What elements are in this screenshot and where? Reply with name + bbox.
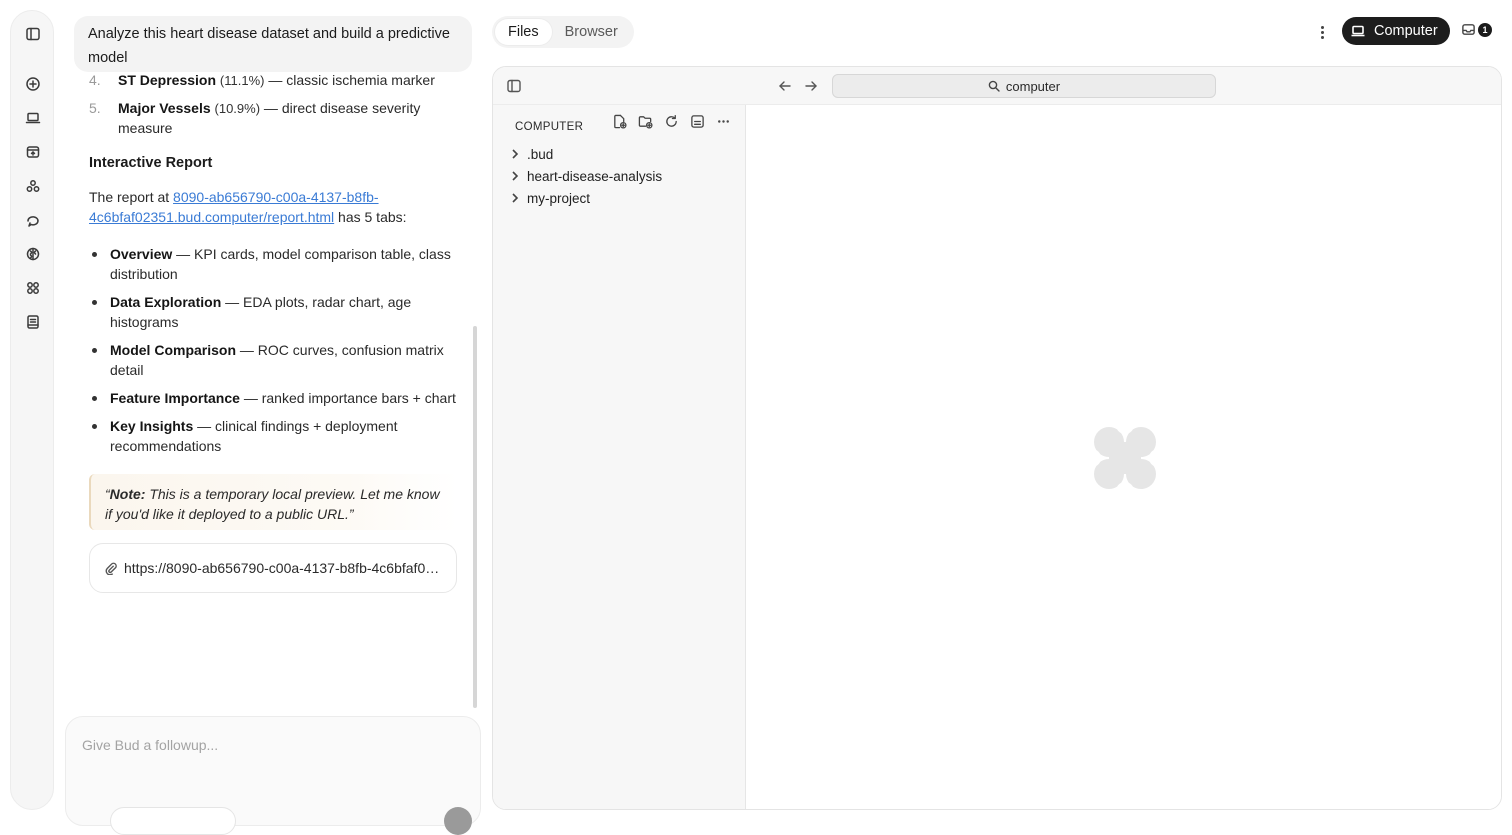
search-icon xyxy=(988,80,1000,92)
report-prefix: The report at xyxy=(89,189,174,205)
file-tree: .bud heart-disease-analysis my-project xyxy=(509,143,662,209)
feature-list-item: 5. Major Vessels (10.9%) — direct disease… xyxy=(89,98,420,119)
send-button[interactable] xyxy=(444,807,472,835)
chevron-right-icon xyxy=(512,149,519,159)
user-message-bubble: Analyze this heart disease dataset and b… xyxy=(74,16,472,72)
inbox-icon xyxy=(1462,24,1475,35)
feature-name: Major Vessels xyxy=(118,100,211,116)
inbox-button[interactable]: 1 xyxy=(1461,22,1492,37)
computer-button[interactable]: Computer xyxy=(1342,17,1450,45)
report-paragraph: The report at 8090-ab656790-c00a-4137-b8… xyxy=(89,187,459,227)
feature-desc: — classic ischemia marker xyxy=(264,72,435,88)
computer-panel: computer COMPUTER .bud heart-disease-ana… xyxy=(492,66,1502,810)
tree-item-label: my-project xyxy=(527,190,591,206)
tab-browser[interactable]: Browser xyxy=(552,19,631,45)
list-number: 4. xyxy=(89,72,101,88)
paperclip-icon xyxy=(105,562,117,575)
notebook-icon[interactable] xyxy=(24,313,42,331)
tab-files[interactable]: Files xyxy=(495,19,552,45)
tab-name: Key Insights xyxy=(110,418,194,434)
tab-name: Overview xyxy=(110,246,173,262)
chat-scrollbar[interactable] xyxy=(473,326,477,708)
new-folder-icon[interactable] xyxy=(637,113,654,130)
file-explorer-heading: COMPUTER xyxy=(515,121,584,133)
panel-sidebar-toggle-icon[interactable] xyxy=(507,79,521,93)
address-text: computer xyxy=(1005,78,1061,94)
note-text: This is a temporary local preview. Let m… xyxy=(105,486,440,522)
report-link-part1: 8090-ab656790-c00a-4137-b8fb- xyxy=(173,189,379,205)
tab-name: Data Exploration xyxy=(110,294,222,310)
tree-item-heart-disease-analysis[interactable]: heart-disease-analysis xyxy=(509,165,662,187)
computer-button-label: Computer xyxy=(1374,23,1438,39)
chevron-right-icon xyxy=(512,193,519,203)
file-explorer-toolbar xyxy=(611,113,732,130)
shapes-icon[interactable] xyxy=(24,177,42,195)
tree-item-bud[interactable]: .bud xyxy=(509,143,662,165)
list-item: Data Exploration — EDA plots, radar char… xyxy=(89,292,469,332)
tree-item-my-project[interactable]: my-project xyxy=(509,187,662,209)
list-item: Overview — KPI cards, model comparison t… xyxy=(89,244,469,284)
feature-percent: (10.9%) xyxy=(214,101,261,116)
tree-item-label: heart-disease-analysis xyxy=(527,168,663,184)
note-callout: “Note: This is a temporary local preview… xyxy=(89,474,457,530)
collapse-all-icon[interactable] xyxy=(689,113,706,130)
tab-name: Model Comparison xyxy=(110,342,237,358)
tab-name: Feature Importance xyxy=(110,390,240,406)
new-chat-icon[interactable] xyxy=(24,75,42,93)
feature-list-item: 4. ST Depression (11.1%) — classic ischem… xyxy=(89,70,435,91)
file-viewer xyxy=(747,105,1501,809)
report-tabs-list: Overview — KPI cards, model comparison t… xyxy=(89,244,469,464)
brain-icon[interactable] xyxy=(24,245,42,263)
composer-option-pill[interactable] xyxy=(110,807,236,835)
laptop-icon xyxy=(1351,25,1365,37)
more-options-icon[interactable] xyxy=(1314,22,1330,42)
chevron-right-icon xyxy=(512,171,519,181)
address-bar[interactable]: computer xyxy=(832,74,1216,98)
inbox-count-badge: 1 xyxy=(1478,22,1492,37)
feature-percent: (11.1%) xyxy=(219,73,265,88)
back-arrow-icon[interactable] xyxy=(777,78,793,94)
note-label: Note: xyxy=(109,486,146,502)
list-item: Feature Importance — ranked importance b… xyxy=(89,388,469,408)
sidebar-toggle-icon[interactable] xyxy=(24,25,42,43)
archive-icon[interactable] xyxy=(24,143,42,161)
report-suffix: has 5 tabs: xyxy=(334,209,407,225)
report-heading: Interactive Report xyxy=(89,155,213,171)
apps-icon[interactable] xyxy=(24,279,42,297)
file-explorer: COMPUTER .bud heart-disease-analysis my-… xyxy=(493,105,746,809)
report-link-part2: 4c6bfaf02351.bud.computer/report.html xyxy=(89,209,335,225)
left-rail xyxy=(10,10,54,810)
report-link-card[interactable]: https://8090-ab656790-c00a-4137-b8fb-4c6… xyxy=(89,543,457,593)
list-item: Model Comparison — ROC curves, confusion… xyxy=(89,340,469,380)
followup-composer xyxy=(65,716,481,835)
tree-item-label: .bud xyxy=(527,146,554,162)
tab-desc: — ranked importance bars + chart xyxy=(239,390,456,406)
refresh-icon[interactable] xyxy=(663,113,680,130)
feature-desc-continued: measure xyxy=(118,120,173,136)
forward-arrow-icon[interactable] xyxy=(803,78,819,94)
followup-input[interactable] xyxy=(82,737,462,753)
panel-tabs: Files Browser xyxy=(492,16,634,48)
link-card-url: https://8090-ab656790-c00a-4137-b8fb-4c6… xyxy=(124,560,442,576)
list-number: 5. xyxy=(89,100,101,116)
browser-toolbar: computer xyxy=(493,67,1501,105)
loop-icon[interactable] xyxy=(24,211,42,229)
bud-logo-icon xyxy=(1090,423,1160,493)
laptop-icon[interactable] xyxy=(24,109,42,127)
chat-scroll-area[interactable]: 4. ST Depression (11.1%) — classic ischem… xyxy=(60,0,485,710)
feature-name: ST Depression xyxy=(118,72,217,88)
new-file-icon[interactable] xyxy=(611,113,628,130)
more-icon[interactable] xyxy=(715,113,732,130)
chat-panel: Analyze this heart disease dataset and b… xyxy=(60,0,485,835)
feature-desc: — direct disease severity xyxy=(260,100,421,116)
list-item: Key Insights — clinical findings + deplo… xyxy=(89,416,469,456)
